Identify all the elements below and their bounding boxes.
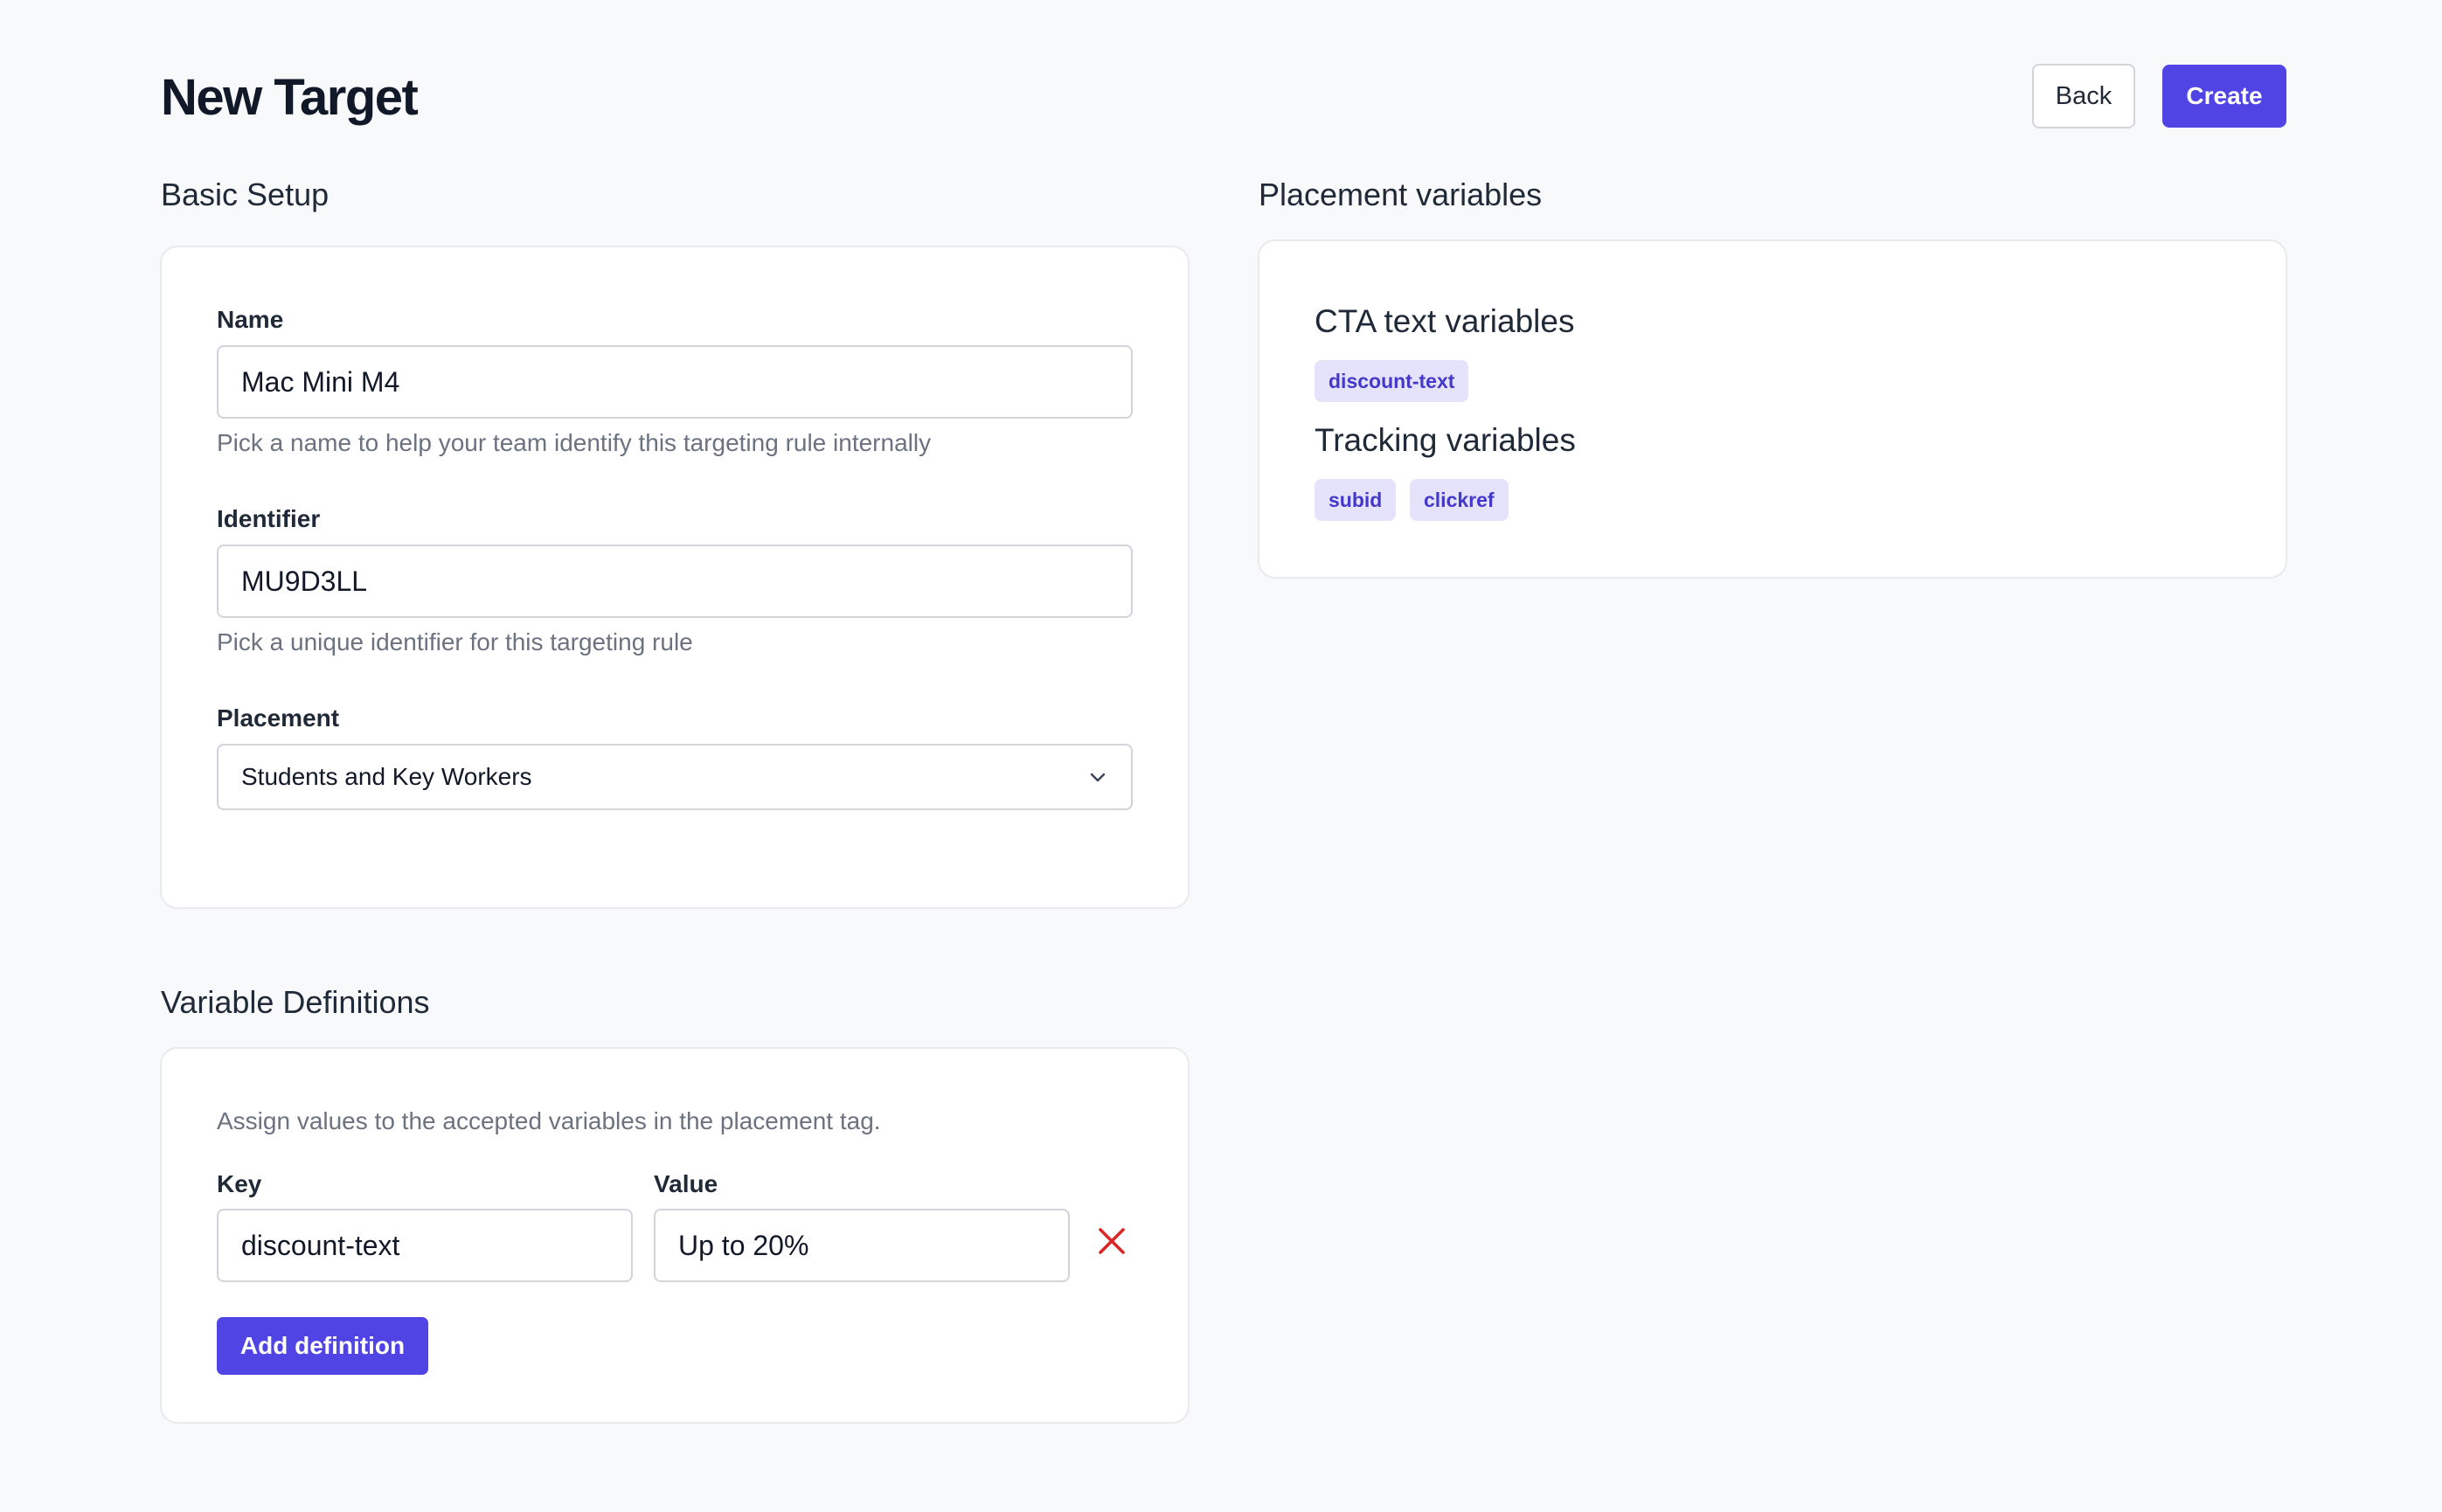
definition-key-input[interactable]: discount-text xyxy=(217,1209,633,1282)
cta-text-variables-heading: CTA text variables xyxy=(1315,303,1575,339)
variable-definitions-title: Variable Definitions xyxy=(161,984,430,1020)
close-icon[interactable] xyxy=(1094,1224,1129,1259)
name-label: Name xyxy=(217,306,284,333)
placement-selected-value: Students and Key Workers xyxy=(241,763,532,790)
placement-label: Placement xyxy=(217,704,340,732)
create-button[interactable]: Create xyxy=(2162,65,2286,128)
identifier-input[interactable]: MU9D3LL xyxy=(217,544,1133,618)
definition-value-input[interactable]: Up to 20% xyxy=(654,1209,1070,1282)
basic-setup-title: Basic Setup xyxy=(161,177,330,212)
identifier-label: Identifier xyxy=(217,505,321,532)
back-button[interactable]: Back xyxy=(2032,64,2135,128)
tracking-variables-heading: Tracking variables xyxy=(1315,422,1576,458)
variable-definitions-description: Assign values to the accepted variables … xyxy=(217,1107,881,1134)
tag-discount-text: discount-text xyxy=(1315,360,1469,402)
key-label: Key xyxy=(217,1170,262,1197)
add-definition-button[interactable]: Add definition xyxy=(217,1317,428,1375)
tag-clickref: clickref xyxy=(1410,479,1509,521)
identifier-help-text: Pick a unique identifier for this target… xyxy=(217,628,693,655)
name-help-text: Pick a name to help your team identify t… xyxy=(217,429,932,456)
placement-variables-title: Placement variables xyxy=(1259,177,1543,212)
page: New Target Back Create Basic Setup Name … xyxy=(0,0,2442,1512)
page-title: New Target xyxy=(161,69,419,126)
placement-select[interactable]: Students and Key Workers xyxy=(217,744,1133,810)
tag-subid: subid xyxy=(1315,479,1397,521)
name-input[interactable]: Mac Mini M4 xyxy=(217,345,1133,419)
placement-variables-card xyxy=(1258,239,2287,579)
chevron-down-icon xyxy=(1090,773,1106,782)
value-label: Value xyxy=(654,1170,718,1197)
